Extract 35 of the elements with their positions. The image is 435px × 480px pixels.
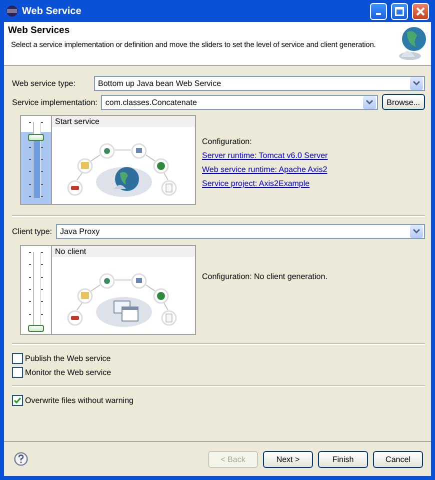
- eclipse-icon: [6, 5, 18, 17]
- dialog-button[interactable]: Next >: [263, 450, 313, 468]
- dropdown-field[interactable]: Bottom up Java bean Web Service: [94, 76, 425, 91]
- page-title: Web Services: [8, 25, 71, 36]
- checkbox[interactable]: [12, 352, 23, 364]
- checkbox-label: Monitor the Web service: [25, 368, 112, 376]
- maximize-icon: [395, 6, 404, 16]
- checkbox-label: Overwrite files without warning: [25, 396, 134, 404]
- slider-track[interactable]: [21, 116, 52, 204]
- slider-thumb[interactable]: [28, 325, 44, 332]
- dropdown-field[interactable]: com.classes.Concatenate: [101, 94, 378, 110]
- configuration-label: Configuration:: [202, 137, 253, 146]
- dialog-button[interactable]: Finish: [318, 450, 368, 468]
- dropdown-field[interactable]: Java Proxy: [56, 224, 425, 239]
- panel-caption: No client: [52, 246, 195, 257]
- dialog-button[interactable]: Cancel: [373, 450, 423, 468]
- globe-icon: [397, 25, 427, 61]
- window-title: Web Service: [22, 6, 82, 16]
- checkbox[interactable]: [12, 366, 23, 378]
- configuration-label: Configuration: No client generation.: [202, 272, 328, 281]
- field-label: Service implementation:: [12, 98, 98, 106]
- configuration-link[interactable]: Web service runtime: Apache Axis2: [202, 165, 328, 174]
- minimize-button[interactable]: [370, 2, 387, 20]
- close-icon: [416, 6, 425, 16]
- maximize-button[interactable]: [391, 2, 408, 20]
- field-label: Client type:: [12, 227, 52, 236]
- browse-button[interactable]: Browse...: [382, 94, 425, 110]
- checkbox[interactable]: [12, 394, 23, 406]
- configuration-link[interactable]: Server runtime: Tomcat v6.0 Server: [202, 151, 328, 160]
- configuration-link[interactable]: Service project: Axis2Example: [202, 179, 328, 188]
- help-icon[interactable]: [14, 452, 28, 466]
- close-button[interactable]: [412, 2, 429, 20]
- field-label: Web service type:: [12, 79, 76, 88]
- panel-caption: Start service: [52, 116, 195, 127]
- checkbox-label: Publish the Web service: [25, 354, 111, 362]
